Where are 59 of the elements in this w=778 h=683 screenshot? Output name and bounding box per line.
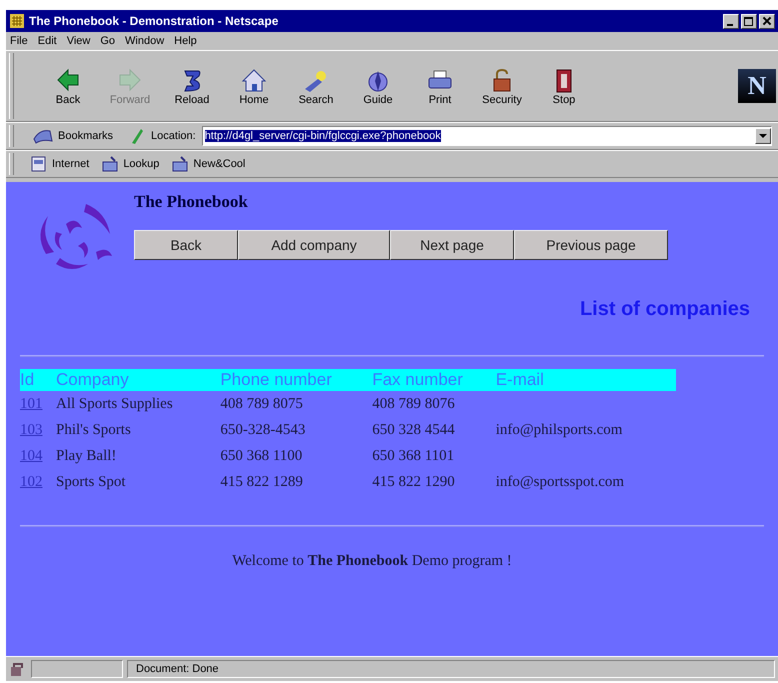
- app-icon: [9, 13, 25, 29]
- welcome-text: Welcome to The Phonebook Demo program !: [231, 553, 513, 570]
- table-cell: Sports Spot: [56, 474, 126, 490]
- toolbar-button[interactable]: Stop: [536, 66, 592, 106]
- column-header: Company: [56, 369, 220, 391]
- menu-item[interactable]: Edit: [38, 35, 57, 47]
- page-icon: [30, 156, 48, 172]
- location-label: Location:: [151, 130, 196, 142]
- page-button[interactable]: Previous page: [514, 230, 668, 260]
- section-heading: List of companies: [580, 298, 750, 321]
- toolbar-button[interactable]: Guide: [350, 66, 406, 106]
- table-cell: info@philsports.com: [496, 422, 622, 438]
- menu-item[interactable]: Window: [125, 35, 164, 47]
- status-text: Document: Done: [127, 660, 775, 678]
- column-header: E-mail: [496, 369, 676, 391]
- column-header: Id: [20, 369, 56, 391]
- minimize-button[interactable]: [723, 14, 739, 28]
- table-cell: 408 789 8076: [372, 396, 455, 412]
- page-button[interactable]: Add company: [238, 230, 390, 260]
- page-title: The Phonebook: [134, 192, 249, 212]
- toolbar-button[interactable]: Print: [412, 66, 468, 106]
- folder-icon: [101, 156, 120, 172]
- window-title: The Phonebook - Demonstration - Netscape: [29, 14, 280, 28]
- toolbar-button[interactable]: Home: [226, 66, 282, 106]
- dropdown-button[interactable]: [755, 128, 771, 144]
- maximize-button[interactable]: [741, 14, 757, 28]
- column-header: Phone number: [220, 369, 372, 391]
- table-cell: Phil's Sports: [56, 422, 131, 438]
- bookmark-icon: [32, 127, 54, 145]
- close-button[interactable]: [759, 14, 775, 28]
- toolbar-button[interactable]: Search: [288, 66, 344, 106]
- column-header: Fax number: [372, 369, 496, 391]
- menu-item[interactable]: Help: [174, 35, 197, 47]
- menu-item[interactable]: View: [66, 35, 90, 47]
- page-button[interactable]: Next page: [390, 230, 514, 260]
- table-cell: 650 328 4544: [372, 422, 455, 438]
- toolbar-button[interactable]: Reload: [164, 66, 220, 106]
- table-cell: Play Ball!: [56, 448, 116, 464]
- page-button[interactable]: Back: [134, 230, 238, 260]
- table-cell: All Sports Supplies: [56, 396, 173, 412]
- bookmark-link[interactable]: Lookup: [97, 156, 164, 172]
- table-cell: 650-328-4543: [220, 422, 306, 438]
- table-cell: 650 368 1101: [372, 448, 454, 464]
- bookmarks-button[interactable]: Bookmarks: [28, 127, 118, 145]
- menu-item[interactable]: Go: [100, 35, 116, 47]
- table-cell: 415 822 1289: [220, 474, 303, 490]
- bookmark-link[interactable]: New&Cool: [167, 156, 250, 172]
- url-field[interactable]: http://d4gl_server/cgi-bin/fglccgi.exe?phonebook: [202, 126, 772, 146]
- bookmark-link[interactable]: Internet: [26, 156, 94, 172]
- toolbar-button[interactable]: Back: [40, 66, 96, 106]
- netscape-logo: N: [738, 69, 776, 103]
- folder-icon: [171, 156, 190, 172]
- house-icon: [240, 66, 268, 94]
- menu-item[interactable]: File: [10, 35, 28, 47]
- table-cell: 415 822 1290: [372, 474, 455, 490]
- toolbar-button[interactable]: Security: [474, 66, 530, 106]
- table-cell: 650 368 1100: [220, 448, 302, 464]
- table-cell: info@sportsspot.com: [496, 474, 624, 490]
- table-cell: 408 789 8075: [220, 396, 303, 412]
